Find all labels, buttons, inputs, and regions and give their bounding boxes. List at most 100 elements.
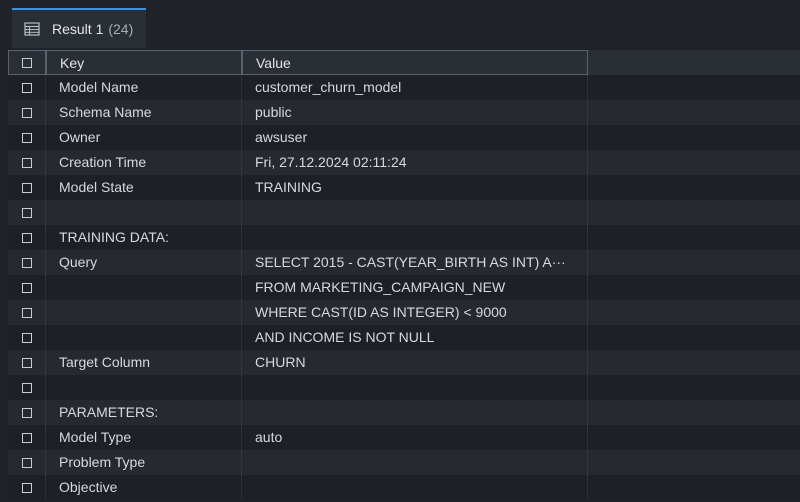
column-header-value[interactable]: Value bbox=[242, 50, 588, 75]
key-cell[interactable]: Schema Name bbox=[46, 100, 242, 125]
row-checkbox[interactable] bbox=[21, 132, 32, 143]
row-checkbox[interactable] bbox=[21, 282, 32, 293]
key-cell[interactable] bbox=[46, 275, 242, 300]
table-row[interactable]: Owner awsuser bbox=[8, 125, 800, 150]
key-cell[interactable]: Model Name bbox=[46, 75, 242, 100]
value-cell[interactable]: AND INCOME IS NOT NULL bbox=[242, 325, 588, 350]
table-row[interactable]: Problem Type bbox=[8, 450, 800, 475]
row-filler bbox=[588, 125, 800, 150]
table-row[interactable]: Creation Time Fri, 27.12.2024 02:11:24 bbox=[8, 150, 800, 175]
table-row[interactable]: FROM MARKETING_CAMPAIGN_NEW bbox=[8, 275, 800, 300]
value-cell[interactable]: WHERE CAST(ID AS INTEGER) < 9000 bbox=[242, 300, 588, 325]
row-filler bbox=[588, 300, 800, 325]
value-cell[interactable] bbox=[242, 400, 588, 425]
table-row[interactable] bbox=[8, 200, 800, 225]
key-cell[interactable]: Creation Time bbox=[46, 150, 242, 175]
select-all-cell bbox=[8, 50, 46, 75]
key-cell[interactable]: Problem Type bbox=[46, 450, 242, 475]
table-row[interactable]: AND INCOME IS NOT NULL bbox=[8, 325, 800, 350]
row-checkbox[interactable] bbox=[21, 257, 32, 268]
row-checkbox[interactable] bbox=[21, 207, 32, 218]
value-cell[interactable]: awsuser bbox=[242, 125, 588, 150]
key-cell[interactable] bbox=[46, 300, 242, 325]
row-checkbox[interactable] bbox=[21, 382, 32, 393]
table-row[interactable]: PARAMETERS: bbox=[8, 400, 800, 425]
row-select-cell bbox=[8, 100, 46, 125]
row-checkbox[interactable] bbox=[21, 357, 32, 368]
row-filler bbox=[588, 175, 800, 200]
value-cell[interactable] bbox=[242, 450, 588, 475]
key-cell[interactable]: Objective bbox=[46, 475, 242, 500]
row-checkbox[interactable] bbox=[21, 432, 32, 443]
key-cell[interactable]: Query bbox=[46, 250, 242, 275]
results-tabbar: Result 1 (24) bbox=[0, 0, 800, 50]
table-icon bbox=[24, 22, 40, 36]
results-grid: Key Value Model Name customer_churn_model… bbox=[8, 50, 800, 500]
value-cell[interactable]: auto bbox=[242, 425, 588, 450]
row-select-cell bbox=[8, 325, 46, 350]
table-row[interactable] bbox=[8, 375, 800, 400]
row-select-cell bbox=[8, 300, 46, 325]
row-select-cell bbox=[8, 75, 46, 100]
key-cell[interactable]: PARAMETERS: bbox=[46, 400, 242, 425]
key-cell[interactable]: Owner bbox=[46, 125, 242, 150]
value-cell[interactable]: public bbox=[242, 100, 588, 125]
row-checkbox[interactable] bbox=[21, 182, 32, 193]
value-cell[interactable]: FROM MARKETING_CAMPAIGN_NEW bbox=[242, 275, 588, 300]
table-row[interactable]: Target Column CHURN bbox=[8, 350, 800, 375]
table-row[interactable]: Model Type auto bbox=[8, 425, 800, 450]
value-cell[interactable]: Fri, 27.12.2024 02:11:24 bbox=[242, 150, 588, 175]
table-row[interactable]: TRAINING DATA: bbox=[8, 225, 800, 250]
table-row[interactable]: Query SELECT 2015 - CAST(YEAR_BIRTH AS IN… bbox=[8, 250, 800, 275]
row-checkbox[interactable] bbox=[21, 307, 32, 318]
key-cell[interactable] bbox=[46, 200, 242, 225]
row-select-cell bbox=[8, 425, 46, 450]
key-cell[interactable]: Model Type bbox=[46, 425, 242, 450]
row-select-cell bbox=[8, 225, 46, 250]
column-header-key[interactable]: Key bbox=[46, 50, 242, 75]
header-row: Key Value bbox=[8, 50, 800, 75]
row-select-cell bbox=[8, 375, 46, 400]
row-checkbox[interactable] bbox=[21, 82, 32, 93]
value-cell[interactable] bbox=[242, 475, 588, 500]
row-checkbox[interactable] bbox=[21, 232, 32, 243]
value-cell[interactable] bbox=[242, 200, 588, 225]
key-cell[interactable]: TRAINING DATA: bbox=[46, 225, 242, 250]
row-checkbox[interactable] bbox=[21, 332, 32, 343]
key-cell[interactable]: Target Column bbox=[46, 350, 242, 375]
row-select-cell bbox=[8, 275, 46, 300]
row-filler bbox=[588, 400, 800, 425]
table-row[interactable]: Schema Name public bbox=[8, 100, 800, 125]
key-cell[interactable] bbox=[46, 325, 242, 350]
table-row[interactable]: WHERE CAST(ID AS INTEGER) < 9000 bbox=[8, 300, 800, 325]
row-filler bbox=[588, 200, 800, 225]
row-filler bbox=[588, 325, 800, 350]
row-filler bbox=[588, 275, 800, 300]
row-checkbox[interactable] bbox=[21, 407, 32, 418]
value-cell[interactable]: customer_churn_model bbox=[242, 75, 588, 100]
row-checkbox[interactable] bbox=[21, 157, 32, 168]
value-cell[interactable] bbox=[242, 225, 588, 250]
tab-result-1[interactable]: Result 1 (24) bbox=[12, 8, 146, 48]
tab-title: Result 1 bbox=[52, 21, 104, 37]
select-all-checkbox[interactable] bbox=[22, 57, 32, 68]
row-filler bbox=[588, 100, 800, 125]
row-checkbox[interactable] bbox=[21, 107, 32, 118]
row-select-cell bbox=[8, 250, 46, 275]
row-select-cell bbox=[8, 175, 46, 200]
table-row[interactable]: Model State TRAINING bbox=[8, 175, 800, 200]
key-cell[interactable] bbox=[46, 375, 242, 400]
row-checkbox[interactable] bbox=[21, 482, 32, 493]
row-filler bbox=[588, 475, 800, 500]
value-cell[interactable]: TRAINING bbox=[242, 175, 588, 200]
value-cell[interactable]: SELECT 2015 - CAST(YEAR_BIRTH AS INT) A·… bbox=[242, 250, 588, 275]
row-filler bbox=[588, 250, 800, 275]
table-row[interactable]: Model Name customer_churn_model bbox=[8, 75, 800, 100]
header-filler bbox=[588, 50, 800, 75]
row-select-cell bbox=[8, 200, 46, 225]
value-cell[interactable] bbox=[242, 375, 588, 400]
row-checkbox[interactable] bbox=[21, 457, 32, 468]
key-cell[interactable]: Model State bbox=[46, 175, 242, 200]
value-cell[interactable]: CHURN bbox=[242, 350, 588, 375]
table-row[interactable]: Objective bbox=[8, 475, 800, 500]
